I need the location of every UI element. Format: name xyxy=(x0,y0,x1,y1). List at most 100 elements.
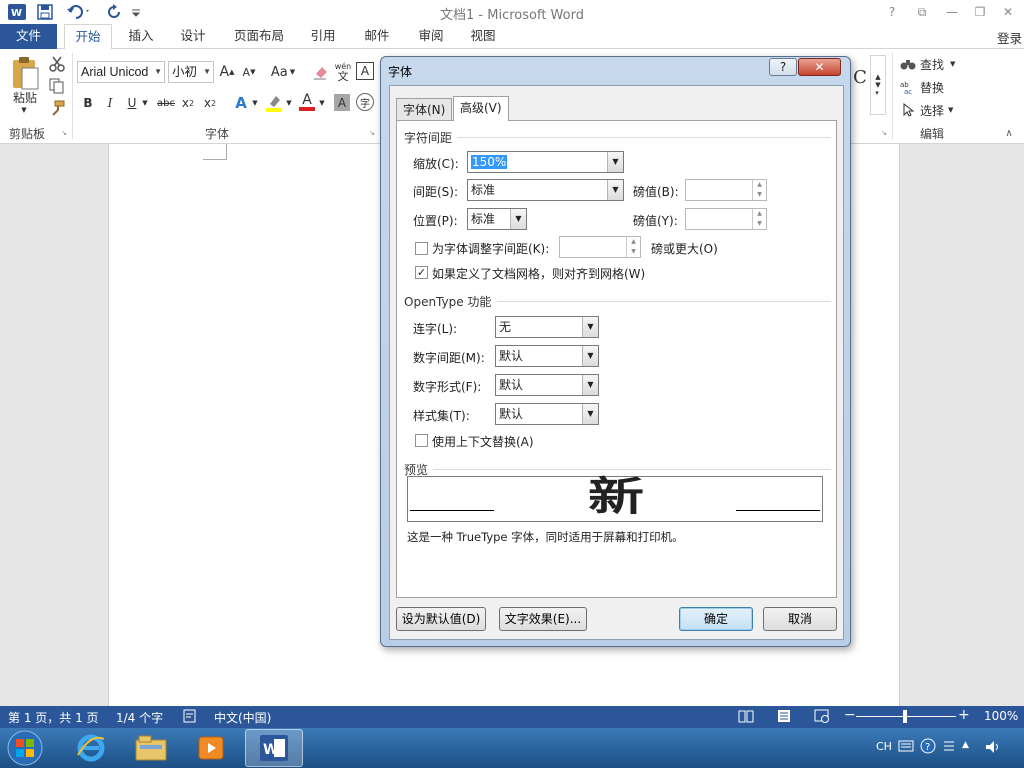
strikethrough-button[interactable]: abc xyxy=(155,93,177,113)
number-forms-combo[interactable]: 默认 ▼ xyxy=(495,374,599,396)
clear-formatting-icon[interactable] xyxy=(312,61,330,83)
zoom-in-button[interactable]: + xyxy=(958,707,970,723)
collapse-ribbon-icon[interactable]: ∧ xyxy=(1002,127,1016,139)
keyboard-icon[interactable] xyxy=(898,739,914,753)
dialog-close-button[interactable]: ✕ xyxy=(798,58,841,76)
word-count[interactable]: 1/4 个字 xyxy=(116,709,163,726)
position-combo[interactable]: 标准 ▼ xyxy=(467,208,527,230)
page-count[interactable]: 第 1 页，共 1 页 xyxy=(8,709,99,726)
bold-button[interactable]: B xyxy=(80,93,96,113)
tab-layout[interactable]: 页面布局 xyxy=(226,24,292,49)
paste-icon[interactable] xyxy=(6,53,44,93)
spin-up-icon[interactable]: ▲ xyxy=(752,209,766,219)
spin-up-icon[interactable]: ▲ xyxy=(626,237,640,247)
kerning-checkbox[interactable] xyxy=(415,242,428,255)
input-language[interactable]: CH xyxy=(876,740,892,753)
shrink-font-button[interactable]: A ▼ xyxy=(240,61,258,83)
spin-down-icon[interactable]: ▼ xyxy=(752,219,766,229)
font-launcher-icon[interactable]: ↘ xyxy=(368,129,376,137)
ok-button[interactable]: 确定 xyxy=(679,607,753,631)
format-painter-icon[interactable] xyxy=(48,99,66,117)
paste-button-label[interactable]: 粘贴 xyxy=(6,89,44,105)
dialog-help-button[interactable]: ? xyxy=(769,58,797,76)
copy-icon[interactable] xyxy=(48,77,66,95)
ribbon-display-options-button[interactable]: ⧉ xyxy=(910,2,934,22)
help-button[interactable]: ? xyxy=(880,2,904,22)
word-taskbar-icon[interactable]: W xyxy=(245,729,303,767)
language-indicator[interactable]: 中文(中国) xyxy=(214,709,271,726)
spin-up-icon[interactable]: ▲ xyxy=(752,180,766,190)
grow-font-button[interactable]: A ▲ xyxy=(218,61,236,83)
italic-button[interactable]: I xyxy=(102,93,118,113)
subscript-button[interactable]: x2 xyxy=(180,93,196,113)
character-shading-button[interactable]: A xyxy=(334,94,350,111)
character-border-button[interactable]: A xyxy=(356,62,374,80)
show-hidden-icons[interactable]: ▲ xyxy=(962,740,969,750)
spacing-combo[interactable]: 标准 ▼ xyxy=(467,179,624,201)
zoom-level[interactable]: 100% xyxy=(984,709,1018,723)
minimize-button[interactable]: — xyxy=(940,2,964,22)
tab-home[interactable]: 开始 xyxy=(64,24,112,50)
superscript-button[interactable]: x2 xyxy=(202,93,218,113)
highlight-dropdown-icon[interactable]: ▼ xyxy=(285,93,293,113)
tab-font[interactable]: 字体(N) xyxy=(396,98,453,120)
tab-file[interactable]: 文件 xyxy=(0,24,57,49)
internet-explorer-icon[interactable] xyxy=(62,729,120,767)
spin-down-icon[interactable]: ▼ xyxy=(626,247,640,257)
styles-launcher-icon[interactable]: ↘ xyxy=(880,129,888,137)
media-player-icon[interactable] xyxy=(182,729,240,767)
text-effects-dropdown-icon[interactable]: ▼ xyxy=(251,93,259,113)
font-color-dropdown-icon[interactable]: ▼ xyxy=(318,93,326,113)
snap-to-grid-checkbox[interactable]: ✓ xyxy=(415,266,428,279)
text-effects-button[interactable]: A xyxy=(232,93,250,113)
text-effects-dialog-button[interactable]: 文字效果(E)... xyxy=(499,607,587,631)
ligatures-combo[interactable]: 无 ▼ xyxy=(495,316,599,338)
clipboard-launcher-icon[interactable]: ↘ xyxy=(60,129,68,137)
spin-down-icon[interactable]: ▼ xyxy=(752,190,766,200)
close-button[interactable]: ✕ xyxy=(996,2,1020,22)
styles-scroll-icon[interactable]: ▲ ▼ ▾ xyxy=(870,55,886,115)
phonetic-guide-button[interactable]: wén 文 xyxy=(333,59,353,85)
maximize-button[interactable]: ❐ xyxy=(968,2,992,22)
kerning-spinner[interactable]: ▲ ▼ xyxy=(559,236,641,258)
font-size-combo[interactable]: 小初 ▼ xyxy=(168,61,214,83)
zoom-slider-thumb[interactable] xyxy=(903,710,907,723)
volume-icon[interactable] xyxy=(984,739,1002,755)
position-by-spinner[interactable]: ▲ ▼ xyxy=(685,208,767,230)
underline-dropdown-icon[interactable]: ▼ xyxy=(141,93,149,113)
select-button[interactable]: 选择 ▼ xyxy=(900,101,960,119)
print-layout-icon[interactable] xyxy=(776,708,792,724)
underline-button[interactable]: U xyxy=(124,93,140,113)
enclose-characters-button[interactable]: 字 xyxy=(356,93,374,111)
help-circle-icon[interactable]: ? xyxy=(920,738,936,754)
contextual-alternates-checkbox[interactable] xyxy=(415,434,428,447)
tab-advanced[interactable]: 高级(V) xyxy=(453,96,509,121)
stylistic-sets-combo[interactable]: 默认 ▼ xyxy=(495,403,599,425)
cut-icon[interactable] xyxy=(48,55,66,73)
tab-insert[interactable]: 插入 xyxy=(120,24,162,49)
read-mode-icon[interactable] xyxy=(738,708,754,724)
ime-settings-icon[interactable] xyxy=(942,738,956,754)
cancel-button[interactable]: 取消 xyxy=(763,607,837,631)
web-layout-icon[interactable] xyxy=(814,708,830,724)
replace-button[interactable]: ab ac 替换 xyxy=(900,78,960,96)
tab-review[interactable]: 审阅 xyxy=(410,24,452,49)
number-spacing-combo[interactable]: 默认 ▼ xyxy=(495,345,599,367)
file-explorer-icon[interactable] xyxy=(122,729,180,767)
tab-view[interactable]: 视图 xyxy=(462,24,504,49)
find-button[interactable]: 查找 ▼ xyxy=(900,55,960,73)
font-color-button[interactable]: A xyxy=(298,91,316,113)
login-link[interactable]: 登录 xyxy=(997,28,1022,47)
highlight-color-icon[interactable] xyxy=(264,93,284,113)
zoom-out-button[interactable]: − xyxy=(844,707,856,723)
set-as-default-button[interactable]: 设为默认值(D) xyxy=(396,607,486,631)
tab-design[interactable]: 设计 xyxy=(172,24,214,49)
paste-dropdown-icon[interactable]: ▼ xyxy=(18,105,30,115)
tab-mailings[interactable]: 邮件 xyxy=(356,24,398,49)
spacing-by-spinner[interactable]: ▲ ▼ xyxy=(685,179,767,201)
scale-combo[interactable]: 150% ▼ xyxy=(467,151,624,173)
style-preview-partial[interactable]: C xyxy=(850,63,870,91)
change-case-button[interactable]: Aa ▼ xyxy=(268,61,298,83)
start-button[interactable] xyxy=(0,729,50,767)
tab-references[interactable]: 引用 xyxy=(302,24,344,49)
